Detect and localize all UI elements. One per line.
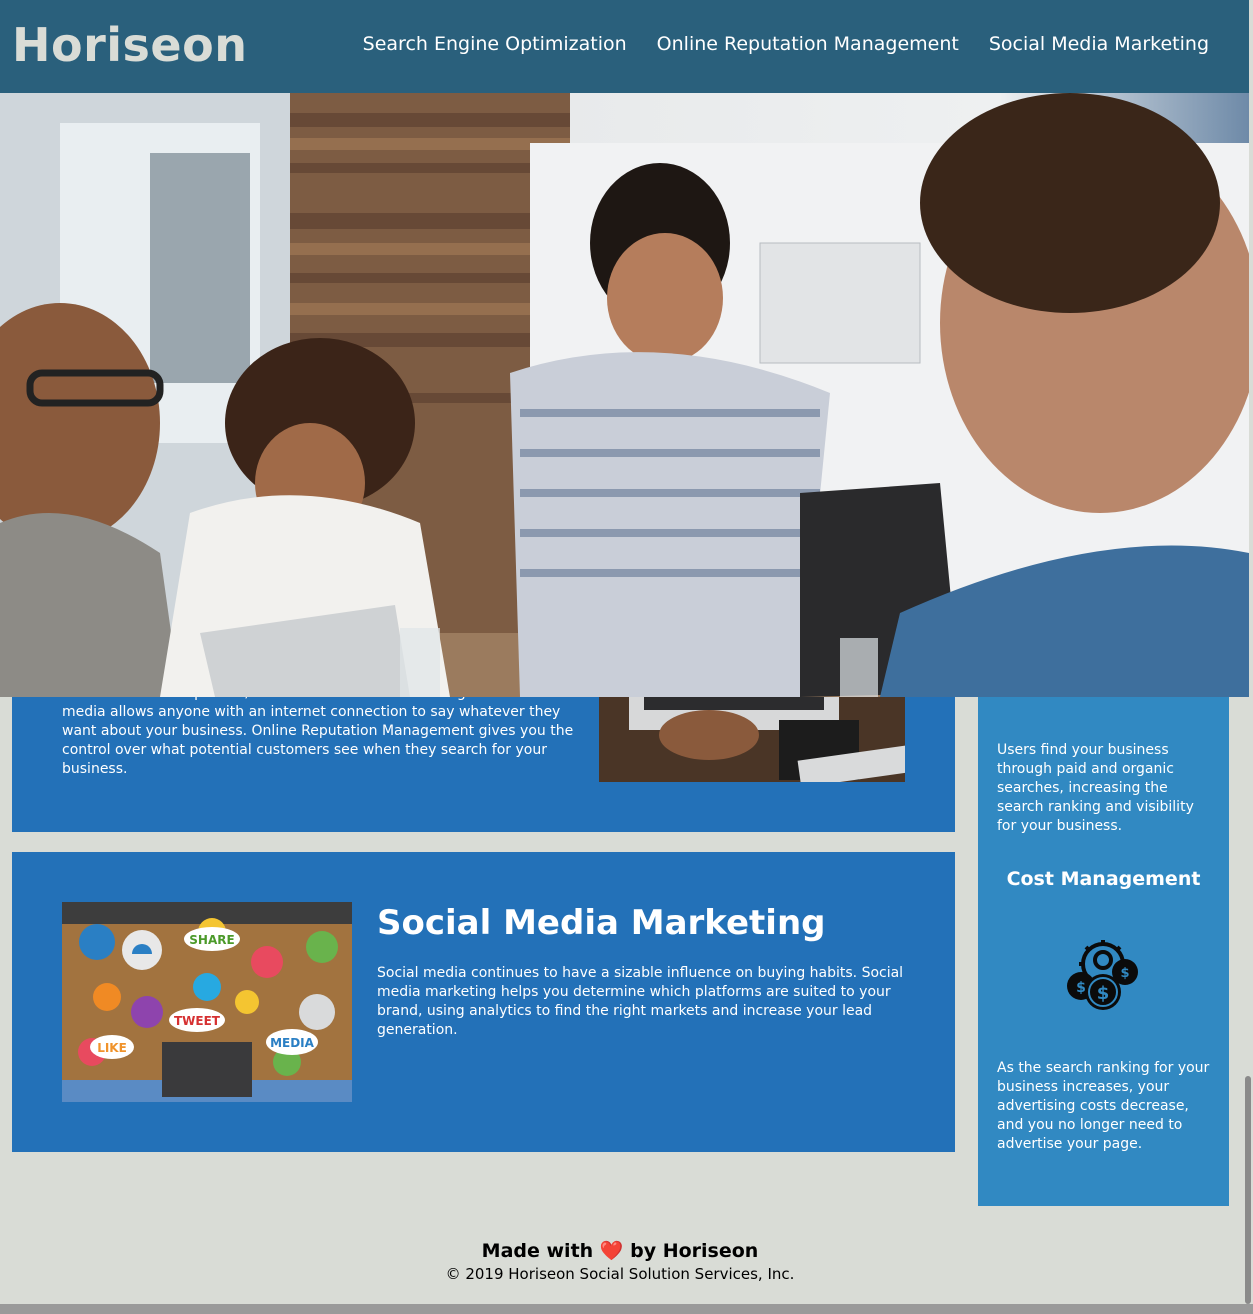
- tweet-word: TWEET: [174, 1014, 221, 1028]
- svg-text:$: $: [1120, 966, 1129, 981]
- page-scrollbar-thumb[interactable]: [1245, 1076, 1251, 1304]
- site-logo[interactable]: Horiseon: [12, 17, 247, 73]
- cost-management-text: As the search ranking for your business …: [997, 1060, 1210, 1152]
- footer-made-with: Made with ❤️ by Horiseon: [0, 1238, 1240, 1264]
- footer-made-suffix: by Horiseon: [630, 1240, 759, 1262]
- orm-text: The web is full of opinions, and some of…: [62, 685, 574, 777]
- like-word: LIKE: [97, 1041, 127, 1055]
- heart-icon: ❤️: [599, 1240, 624, 1262]
- footer-made-prefix: Made with: [481, 1240, 594, 1262]
- site-header: Horiseon Search Engine Optimization Onli…: [0, 0, 1249, 93]
- lead-generation-text: Users find your business through paid an…: [997, 742, 1194, 834]
- svg-text:$: $: [1097, 983, 1110, 1004]
- benefits-sidebar: Users find your business through paid an…: [978, 610, 1229, 1206]
- footer-copyright: © 2019 Horiseon Social Solution Services…: [445, 1265, 795, 1283]
- nav-link-smm[interactable]: Social Media Marketing: [989, 30, 1209, 58]
- smm-text: Social media continues to have a sizable…: [377, 965, 904, 1038]
- share-word: SHARE: [189, 933, 234, 947]
- smm-title: Social Media Marketing: [377, 903, 826, 943]
- hero-image: [0, 93, 1249, 697]
- nav-link-seo[interactable]: Search Engine Optimization: [363, 30, 627, 58]
- smm-image: SHARE TWEET LIKE MEDIA: [62, 902, 352, 1102]
- bottom-edge-bar: [0, 1304, 1253, 1314]
- cost-management-icon: $ $ $: [1063, 936, 1143, 1014]
- media-word: MEDIA: [270, 1036, 315, 1050]
- cost-management-title: Cost Management: [1006, 868, 1201, 890]
- smm-section: SHARE TWEET LIKE MEDIA Social Media Mark…: [12, 852, 955, 1152]
- nav-link-orm[interactable]: Online Reputation Management: [657, 30, 959, 58]
- main-nav: Search Engine Optimization Online Reputa…: [363, 30, 1209, 58]
- social-media-collage-illustration: SHARE TWEET LIKE MEDIA: [62, 902, 352, 1102]
- hero-photo-illustration: [0, 93, 1249, 697]
- svg-text:$: $: [1076, 980, 1086, 996]
